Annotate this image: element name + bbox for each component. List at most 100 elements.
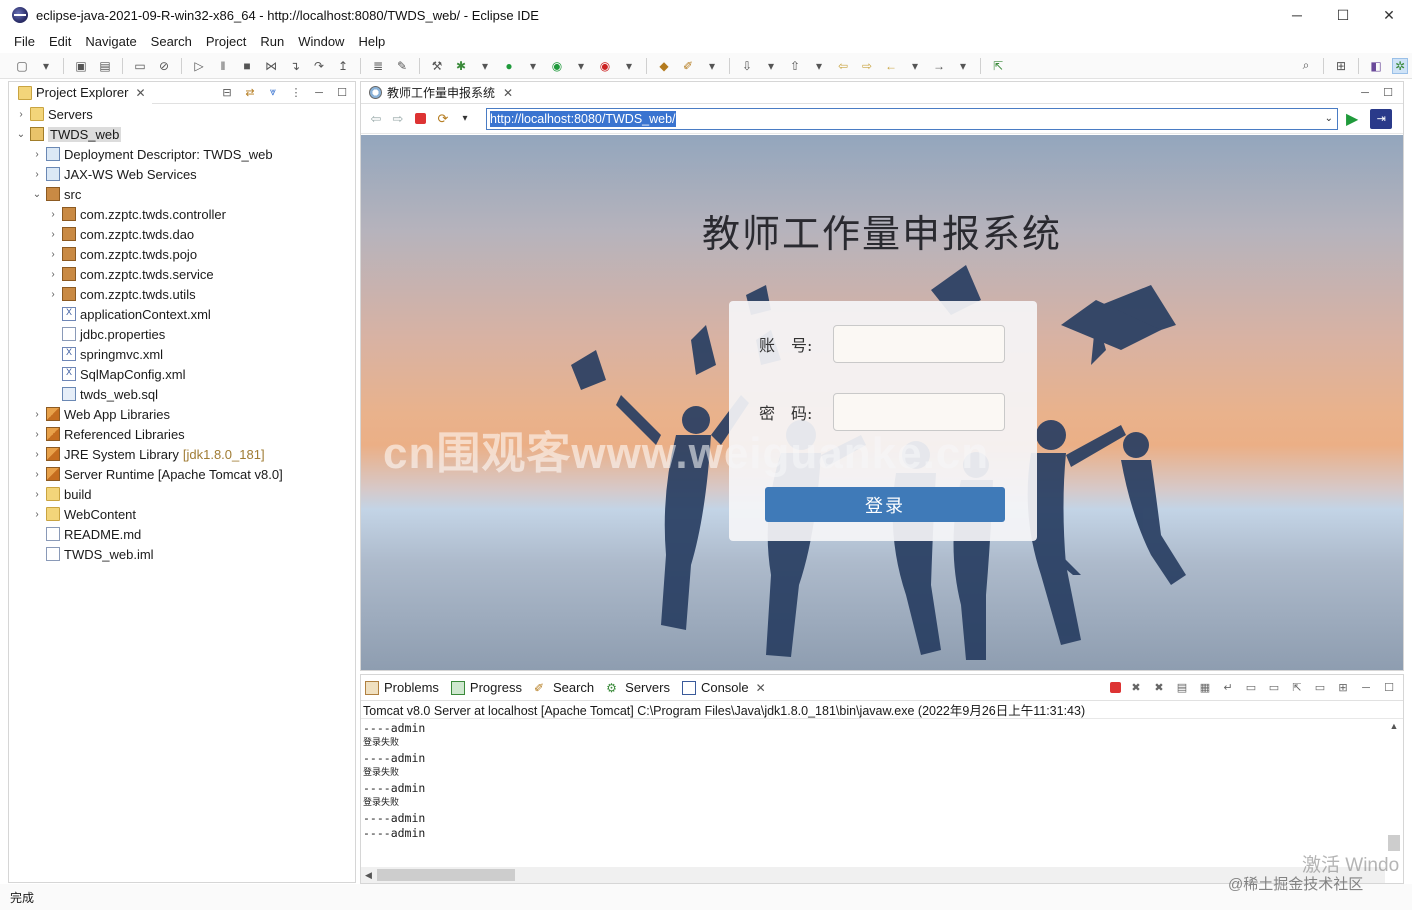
- next-annotation-icon[interactable]: ⇩: [739, 58, 755, 74]
- remove-all-icon[interactable]: ✖: [1151, 680, 1167, 696]
- forward-icon[interactable]: →: [931, 58, 947, 74]
- chevron-right-icon[interactable]: ›: [31, 449, 43, 460]
- link-with-editor-icon[interactable]: ⇄: [243, 86, 257, 100]
- refresh-icon[interactable]: ⟳: [434, 110, 452, 128]
- menu-search[interactable]: Search: [151, 34, 192, 49]
- tab-search[interactable]: ✐ Search: [534, 680, 594, 695]
- tree-item[interactable]: › Server Runtime [Apache Tomcat v8.0]: [9, 464, 355, 484]
- url-input[interactable]: http://localhost:8080/TWDS_web/ ⌄: [486, 107, 1338, 130]
- minimize-view-icon[interactable]: ─: [1358, 680, 1374, 696]
- tree-item[interactable]: › Servers: [9, 104, 355, 124]
- save-all-icon[interactable]: ▤: [97, 58, 113, 74]
- run-dropdown-icon[interactable]: ▾: [525, 58, 541, 74]
- minimize-button[interactable]: ─: [1274, 0, 1320, 30]
- close-icon[interactable]: ✕: [756, 681, 766, 695]
- external-dropdown-icon[interactable]: ▾: [621, 58, 637, 74]
- minimize-view-icon[interactable]: ─: [312, 86, 326, 100]
- menu-run[interactable]: Run: [260, 34, 284, 49]
- tree-item[interactable]: › com.zzptc.twds.utils: [9, 284, 355, 304]
- dropdown-icon[interactable]: ▾: [38, 58, 54, 74]
- open-console-icon[interactable]: ⊞: [1335, 680, 1351, 696]
- java-perspective-icon[interactable]: ◧: [1368, 58, 1384, 74]
- next-annotation-dropdown-icon[interactable]: ▾: [763, 58, 779, 74]
- menu-project[interactable]: Project: [206, 34, 246, 49]
- close-icon[interactable]: ✕: [135, 86, 145, 100]
- chevron-right-icon[interactable]: ›: [47, 209, 59, 220]
- search-icon[interactable]: ⌕: [1298, 58, 1314, 74]
- chevron-right-icon[interactable]: ›: [31, 489, 43, 500]
- open-task-icon[interactable]: ✐: [680, 58, 696, 74]
- tab-servers[interactable]: ⚙ Servers: [606, 680, 670, 695]
- run-icon[interactable]: ●: [501, 58, 517, 74]
- coverage-icon[interactable]: ◉: [549, 58, 565, 74]
- external-tools-icon[interactable]: ◉: [597, 58, 613, 74]
- chevron-right-icon[interactable]: ›: [31, 509, 43, 520]
- menu-file[interactable]: File: [14, 34, 35, 49]
- coverage-dropdown-icon[interactable]: ▾: [573, 58, 589, 74]
- chevron-right-icon[interactable]: ›: [47, 269, 59, 280]
- pin-console-icon[interactable]: ⇱: [1289, 680, 1305, 696]
- open-type-icon[interactable]: ◆: [656, 58, 672, 74]
- forward-dropdown-icon[interactable]: ▾: [955, 58, 971, 74]
- disconnect-icon[interactable]: ⋈: [263, 58, 279, 74]
- prev-annotation-icon[interactable]: ⇧: [787, 58, 803, 74]
- chevron-right-icon[interactable]: ›: [15, 109, 27, 120]
- debug-icon[interactable]: ✱: [453, 58, 469, 74]
- clear-console-icon[interactable]: ▤: [1174, 680, 1190, 696]
- save-icon[interactable]: ▣: [73, 58, 89, 74]
- chevron-down-icon[interactable]: ⌄: [1325, 113, 1333, 124]
- back-arrow-icon[interactable]: ⇦: [367, 110, 385, 128]
- show-on-stdout-icon[interactable]: ▭: [1243, 680, 1259, 696]
- wand-icon[interactable]: ⚒: [429, 58, 445, 74]
- back-icon[interactable]: ←: [883, 58, 899, 74]
- tree-item[interactable]: jdbc.properties: [9, 324, 355, 344]
- tab-problems[interactable]: Problems: [365, 680, 439, 695]
- last-edit-icon[interactable]: ⇦: [835, 58, 851, 74]
- prev-annotation-dropdown-icon[interactable]: ▾: [811, 58, 827, 74]
- scroll-thumb[interactable]: [377, 869, 515, 881]
- tree-item[interactable]: › WebContent: [9, 504, 355, 524]
- minimize-editor-icon[interactable]: ─: [1358, 86, 1372, 100]
- back-dropdown-icon[interactable]: ▾: [907, 58, 923, 74]
- skip-breakpoints-icon[interactable]: ⊘: [156, 58, 172, 74]
- tree-item[interactable]: › build: [9, 484, 355, 504]
- menu-help[interactable]: Help: [358, 34, 385, 49]
- tree-item[interactable]: › com.zzptc.twds.service: [9, 264, 355, 284]
- tab-project-explorer[interactable]: Project Explorer ✕: [9, 81, 152, 104]
- refresh-dropdown-icon[interactable]: ▾: [456, 110, 474, 128]
- resume-icon[interactable]: ▷: [191, 58, 207, 74]
- go-icon[interactable]: ▶: [1346, 109, 1358, 129]
- tree-item[interactable]: README.md: [9, 524, 355, 544]
- pin-editor-icon[interactable]: ⇱: [990, 58, 1006, 74]
- chevron-right-icon[interactable]: ›: [47, 249, 59, 260]
- chevron-right-icon[interactable]: ›: [31, 429, 43, 440]
- stop-icon[interactable]: [415, 113, 426, 124]
- chevron-right-icon[interactable]: ›: [31, 169, 43, 180]
- terminate-icon[interactable]: [1110, 682, 1121, 693]
- close-icon[interactable]: ✕: [503, 86, 513, 100]
- chevron-right-icon[interactable]: ›: [31, 469, 43, 480]
- chevron-down-icon[interactable]: ⌄: [15, 129, 27, 140]
- tree-item[interactable]: TWDS_web.iml: [9, 544, 355, 564]
- collapse-all-icon[interactable]: ⊟: [220, 86, 234, 100]
- tree-item[interactable]: › JAX-WS Web Services: [9, 164, 355, 184]
- scroll-lock-icon[interactable]: ▦: [1197, 680, 1213, 696]
- chevron-down-icon[interactable]: ⌄: [31, 189, 43, 200]
- tree-item[interactable]: applicationContext.xml: [9, 304, 355, 324]
- debug-dropdown-icon[interactable]: ▾: [477, 58, 493, 74]
- tree-item[interactable]: SqlMapConfig.xml: [9, 364, 355, 384]
- view-menu-icon[interactable]: ⋮: [289, 86, 303, 100]
- display-console-icon[interactable]: ▭: [1312, 680, 1328, 696]
- step-return-icon[interactable]: ↥: [335, 58, 351, 74]
- maximize-view-icon[interactable]: ☐: [335, 86, 349, 100]
- account-input[interactable]: [833, 325, 1005, 363]
- remove-launch-icon[interactable]: ✖: [1128, 680, 1144, 696]
- step-into-icon[interactable]: ↴: [287, 58, 303, 74]
- maximize-view-icon[interactable]: ☐: [1381, 680, 1397, 696]
- scroll-up-icon[interactable]: ▲: [1387, 721, 1401, 731]
- scroll-thumb[interactable]: [1388, 835, 1400, 851]
- menu-navigate[interactable]: Navigate: [85, 34, 136, 49]
- close-button[interactable]: ✕: [1366, 0, 1412, 30]
- tab-progress[interactable]: Progress: [450, 680, 522, 695]
- menu-edit[interactable]: Edit: [49, 34, 71, 49]
